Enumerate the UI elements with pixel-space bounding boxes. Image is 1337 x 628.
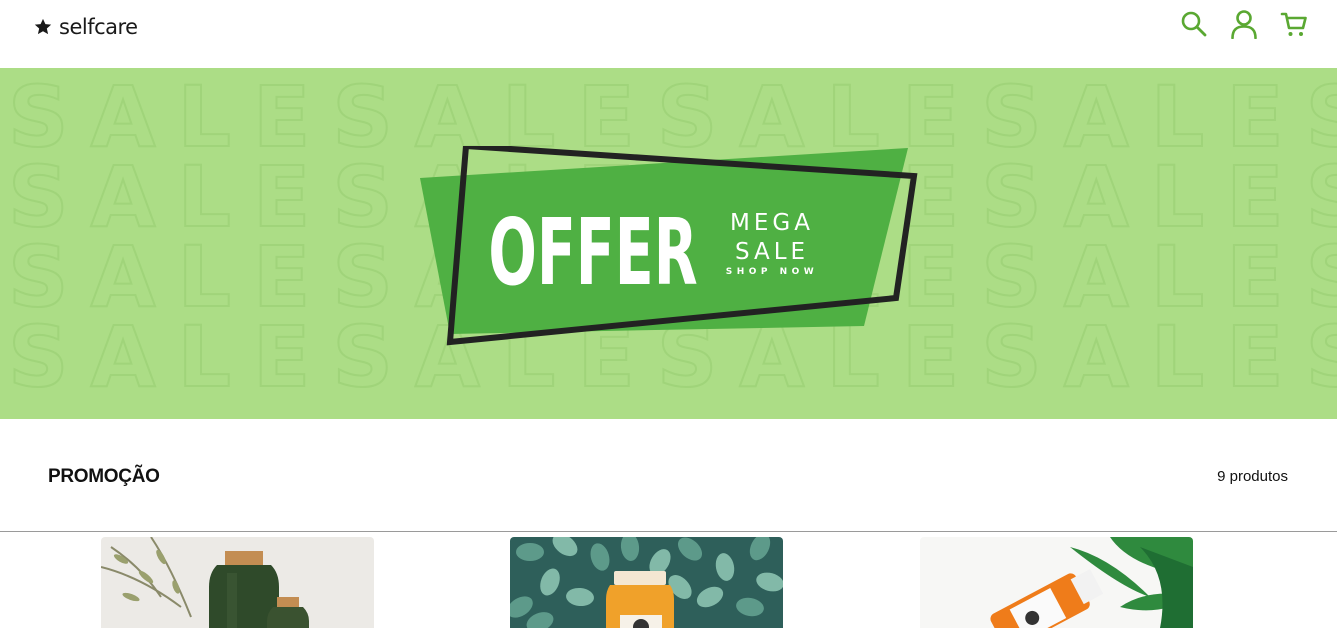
search-icon (1181, 11, 1207, 37)
section-header: PROMOÇÃO 9 produtos (0, 419, 1337, 532)
shop-now-label: SHOP NOW (726, 267, 819, 277)
site-header: selfcare (0, 0, 1337, 68)
cart-icon (1280, 12, 1307, 36)
promo-banner[interactable]: SALESALESALESALESALESALESALESALESALESALE… (0, 68, 1337, 419)
user-icon (1231, 10, 1257, 39)
search-button[interactable] (1179, 8, 1209, 40)
product-image (101, 537, 374, 628)
cart-button[interactable] (1279, 8, 1309, 40)
section-title: PROMOÇÃO (48, 466, 160, 487)
header-actions (1179, 8, 1309, 40)
product-image (920, 537, 1193, 628)
logo-text: selfcare (59, 15, 138, 39)
banner-line-mega: MEGA (730, 210, 814, 236)
offer-headline: OFFER (488, 200, 697, 307)
account-button[interactable] (1229, 8, 1259, 40)
logo[interactable]: selfcare (33, 15, 138, 39)
product-count: 9 produtos (1217, 468, 1288, 485)
product-grid (0, 537, 1337, 628)
star-icon (34, 18, 52, 35)
product-card[interactable] (101, 537, 374, 628)
offer-badge: OFFER MEGA SALE SHOP NOW (420, 146, 918, 346)
product-image (510, 537, 783, 628)
banner-line-sale: SALE (735, 239, 809, 265)
product-card[interactable] (510, 537, 783, 628)
leaf-shape (516, 543, 544, 561)
product-card[interactable] (920, 537, 1193, 628)
